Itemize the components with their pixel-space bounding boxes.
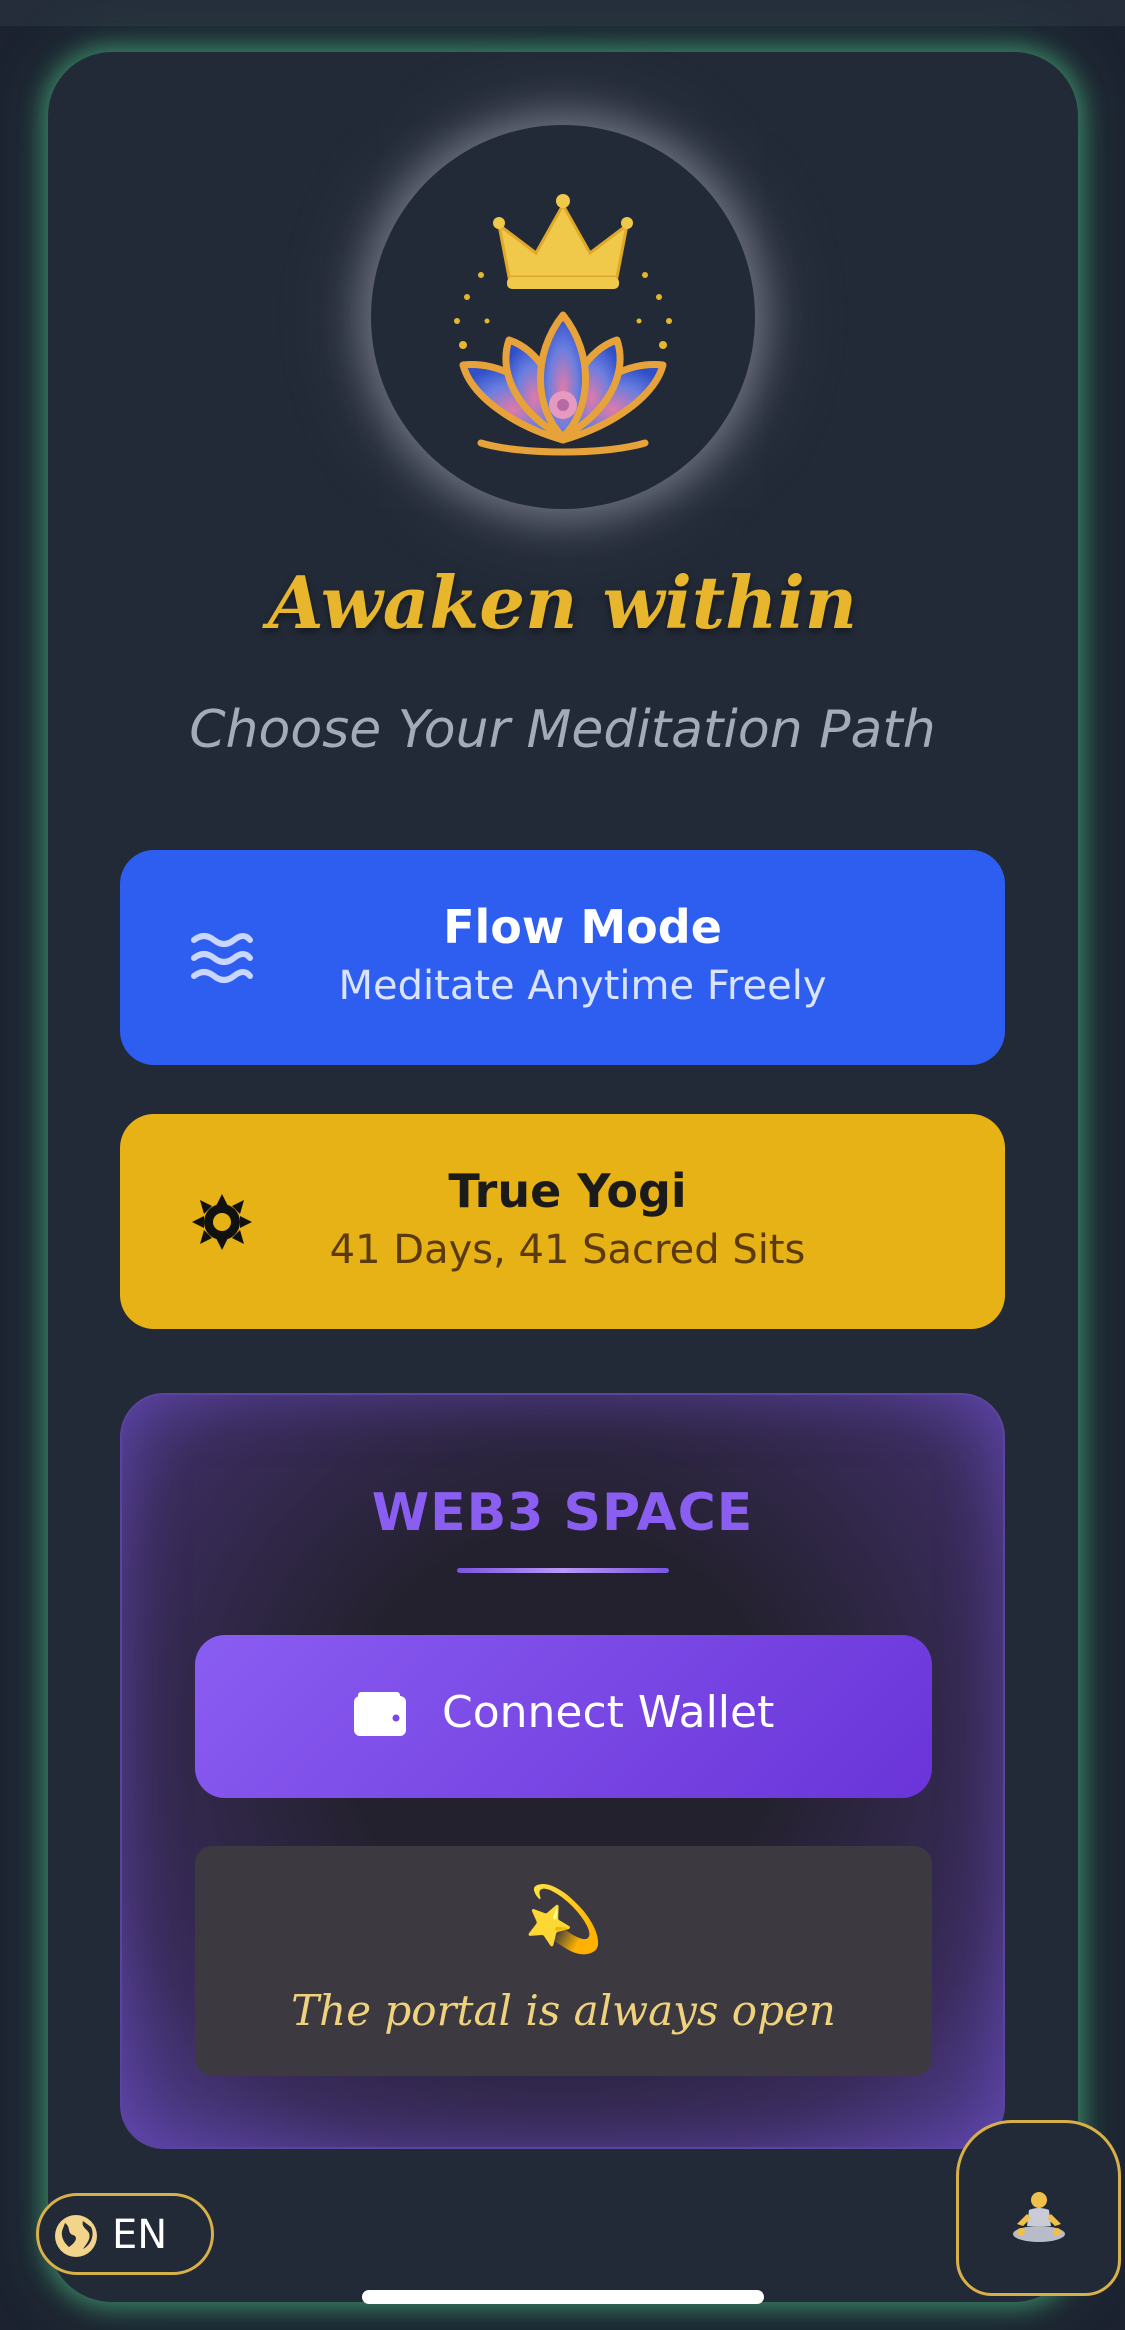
lotus-crown-icon	[454, 194, 672, 456]
meditating-person-icon	[1013, 2192, 1065, 2242]
web3-title: WEB3 SPACE	[371, 1483, 754, 1543]
page-subtitle: Choose Your Meditation Path	[189, 700, 936, 760]
flow-mode-button[interactable]: Flow Mode Meditate Anytime Freely	[120, 850, 1005, 1065]
true-yogi-description: 41 Days, 41 Sacred Sits	[329, 1227, 806, 1273]
connect-wallet-label: Connect Wallet	[442, 1687, 775, 1738]
dizzy-star-icon: 💫	[523, 1883, 604, 1957]
wallet-icon	[354, 1692, 406, 1736]
globe-icon	[55, 2215, 97, 2257]
meditate-button[interactable]	[956, 2120, 1121, 2296]
web3-divider	[457, 1568, 669, 1573]
web3-panel: WEB3 SPACE Connect Wallet 💫 The portal i…	[120, 1393, 1005, 2149]
status-bar	[0, 0, 1125, 26]
home-indicator	[362, 2290, 764, 2304]
connect-wallet-button[interactable]: Connect Wallet	[195, 1635, 932, 1798]
true-yogi-button[interactable]: True Yogi 41 Days, 41 Sacred Sits	[120, 1114, 1005, 1329]
portal-card: 💫 The portal is always open	[195, 1846, 932, 2076]
logo	[371, 125, 755, 509]
language-label: EN	[112, 2212, 168, 2258]
true-yogi-label: True Yogi	[448, 1164, 687, 1218]
page-title: Awaken within	[267, 560, 858, 645]
flow-mode-label: Flow Mode	[443, 900, 722, 954]
flow-mode-description: Meditate Anytime Freely	[338, 963, 827, 1009]
language-switcher[interactable]: EN	[36, 2193, 214, 2275]
portal-message: The portal is always open	[291, 1986, 836, 2035]
